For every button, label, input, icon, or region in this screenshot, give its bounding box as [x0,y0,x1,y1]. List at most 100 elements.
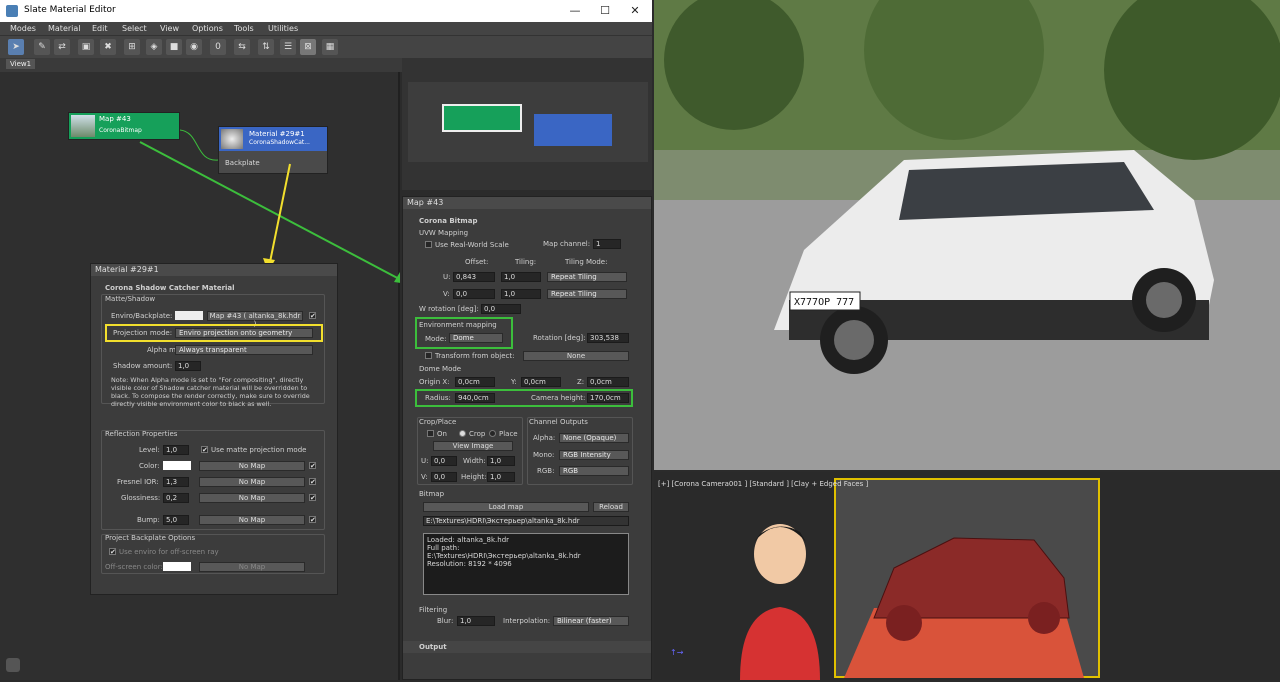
color-map-checkbox[interactable]: ✔ [309,462,316,470]
maximize-button[interactable]: ☐ [592,3,618,19]
bump-map-button[interactable]: No Map [199,515,305,525]
origin-y-field[interactable]: 0,0cm [521,377,561,387]
layout-icon[interactable]: ⊞ [124,39,140,55]
glossiness-field[interactable]: 0,2 [163,493,189,503]
menu-select[interactable]: Select [122,24,147,33]
matte-projection-checkbox[interactable]: ✔ [201,446,208,454]
interpolation-dropdown[interactable]: Bilinear (faster) [553,616,629,626]
crop-height-field[interactable]: 1,0 [487,472,515,482]
delete-icon[interactable]: ✖ [100,39,116,55]
bump-field[interactable]: 5,0 [163,515,189,525]
load-map-button[interactable]: Load map [423,502,589,512]
mode-dropdown[interactable]: Dome [449,333,503,343]
navigator[interactable] [402,58,652,190]
sample-icon[interactable]: ◉ [186,39,202,55]
shadow-amount-field[interactable]: 1,0 [175,361,201,371]
blur-field[interactable]: 1,0 [457,616,495,626]
eyedropper-icon[interactable]: ✎ [34,39,50,55]
origin-z-field[interactable]: 0,0cm [587,377,629,387]
transform-checkbox[interactable] [425,352,432,359]
view-image-button[interactable]: View Image [433,441,513,451]
bitmap-path-field[interactable]: E:\Textures\HDRI\Экстерьер\altanka_8k.hd… [423,516,629,526]
v-offset-field[interactable]: 0,0 [453,289,495,299]
offscreen-map-button[interactable]: No Map [199,562,305,572]
place-radio[interactable] [489,430,496,437]
bump-map-checkbox[interactable]: ✔ [309,516,316,524]
alpha-output-dropdown[interactable]: None (Opaque) [559,433,629,443]
close-button[interactable]: ✕ [622,3,648,19]
node-view[interactable]: Map #43 CoronaBitmap Material #29#1 Coro… [0,72,400,680]
crop-u-field[interactable]: 0,0 [431,456,457,466]
material-id-icon[interactable]: 0 [210,39,226,55]
matte-projection-label: Use matte projection mode [211,446,307,454]
radius-field[interactable]: 940,0cm [455,393,495,403]
interpolation-label: Interpolation: [503,617,551,625]
glossiness-map-button[interactable]: No Map [199,493,305,503]
level-field[interactable]: 1,0 [163,445,189,455]
fresnel-map-checkbox[interactable]: ✔ [309,478,316,486]
crop-v-field[interactable]: 0,0 [431,472,457,482]
background-icon[interactable]: ■ [166,39,182,55]
viewport[interactable]: [+] [Corona Camera001 ] [Standard ] [Cla… [654,472,1280,680]
projection-label: Projection mode: [113,329,173,337]
minimize-button[interactable]: — [562,3,588,19]
shadow-catcher-panel: Material #29#1 Corona Shadow Catcher Mat… [90,263,338,595]
radius-label: Radius: [425,394,451,402]
move-children-icon[interactable]: ☰ [280,39,296,55]
fresnel-map-button[interactable]: No Map [199,477,305,487]
origin-x-field[interactable]: 0,0cm [455,377,495,387]
crop-width-field[interactable]: 1,0 [487,456,515,466]
w-rotation-field[interactable]: 0,0 [481,304,521,314]
backplate-group-label: Project Backplate Options [105,534,196,542]
output-rollout[interactable]: Output [403,641,651,653]
u-offset-field[interactable]: 0,843 [453,272,495,282]
menu-edit[interactable]: Edit [92,24,108,33]
menu-utilities[interactable]: Utilities [268,24,298,33]
origin-x-label: Origin X: [419,378,450,386]
put-to-scene-icon[interactable]: ▣ [78,39,94,55]
enviro-map-button[interactable]: Map #43 ( altanka_8k.hdr ) [207,311,303,328]
u-tiling-field[interactable]: 1,0 [501,272,541,282]
real-world-checkbox[interactable] [425,241,432,248]
select-tool-icon[interactable]: ➤ [8,39,24,55]
projection-dropdown[interactable]: Enviro projection onto geometry [175,328,313,338]
offscreen-swatch[interactable] [163,562,191,571]
hide-icon[interactable]: ⇅ [258,39,274,55]
bitmap-rollout-title[interactable]: Corona Bitmap [419,217,477,225]
alpha-mode-dropdown[interactable]: Always transparent [175,345,313,355]
rollout-title[interactable]: Corona Shadow Catcher Material [105,284,235,292]
menu-view[interactable]: View [160,24,179,33]
menu-material[interactable]: Material [48,24,81,33]
crop-u-label: U: [421,457,429,465]
rgb-output-dropdown[interactable]: RGB [559,466,629,476]
enviro-color-swatch[interactable] [175,311,203,320]
transform-object-button[interactable]: None [523,351,629,361]
enviro-checkbox[interactable]: ✔ [309,312,316,320]
crop-on-checkbox[interactable] [427,430,434,437]
u-tiling-mode-dropdown[interactable]: Repeat Tiling [547,272,627,282]
color-map-button[interactable]: No Map [199,461,305,471]
crop-radio[interactable] [459,430,466,437]
tab-view1[interactable]: View1 [6,59,36,69]
use-enviro-checkbox[interactable]: ✔ [109,548,116,556]
v-tiling-field[interactable]: 1,0 [501,289,541,299]
checker-icon[interactable]: ▦ [322,39,338,55]
glossiness-map-checkbox[interactable]: ✔ [309,494,316,502]
rotation-field[interactable]: 303,538 [587,333,629,343]
reload-button[interactable]: Reload [593,502,629,512]
fresnel-field[interactable]: 1,3 [163,477,189,487]
color-swatch[interactable] [163,461,191,470]
assign-icon[interactable]: ⇄ [54,39,70,55]
map-channel-field[interactable]: 1 [593,239,621,249]
menu-modes[interactable]: Modes [10,24,36,33]
tiling-header: Tiling: [515,258,537,266]
mono-output-dropdown[interactable]: RGB Intensity [559,450,629,460]
camera-height-field[interactable]: 170,0cm [587,393,629,403]
v-tiling-mode-dropdown[interactable]: Repeat Tiling [547,289,627,299]
nav-icon[interactable]: ⇆ [234,39,250,55]
menu-options[interactable]: Options [192,24,223,33]
grid-icon[interactable]: ⊠ [300,39,316,55]
lock-icon[interactable] [6,658,20,672]
menu-tools[interactable]: Tools [234,24,254,33]
show-map-icon[interactable]: ◈ [146,39,162,55]
